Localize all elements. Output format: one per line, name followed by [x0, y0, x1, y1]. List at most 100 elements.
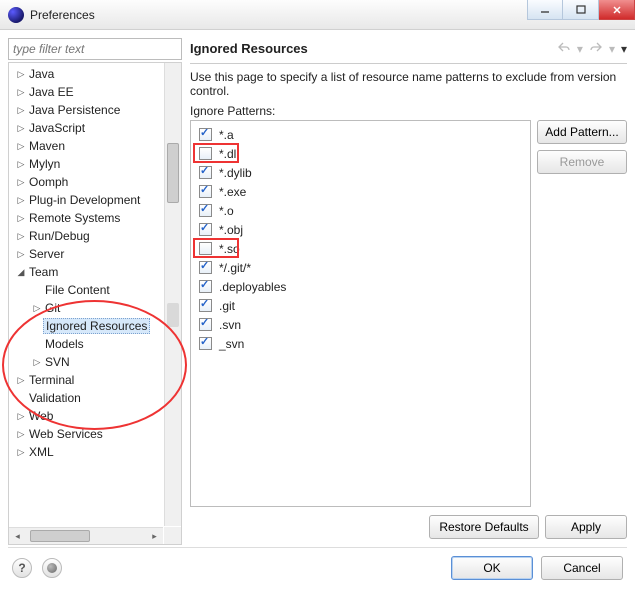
- tree-item[interactable]: ▷Git: [9, 299, 163, 317]
- tree-item[interactable]: File Content: [9, 281, 163, 299]
- scroll-right-icon[interactable]: ▸: [146, 531, 163, 542]
- tree-item-label: Web Services: [27, 427, 105, 441]
- pattern-label: *.dylib: [219, 166, 252, 180]
- pattern-label: .git: [219, 299, 235, 313]
- tree-item[interactable]: ▷XML: [9, 443, 163, 461]
- pattern-checkbox[interactable]: [199, 128, 212, 141]
- tree-item[interactable]: ▷SVN: [9, 353, 163, 371]
- preferences-sidebar: ▷Java▷Java EE▷Java Persistence▷JavaScrip…: [8, 38, 182, 545]
- tree-item-label: File Content: [43, 283, 112, 297]
- scroll-corner: [164, 527, 181, 544]
- expander-icon[interactable]: ▷: [15, 141, 27, 152]
- remove-pattern-button[interactable]: Remove: [537, 150, 627, 174]
- menu-icon[interactable]: ▾: [621, 42, 627, 56]
- scroll-thumb[interactable]: [30, 530, 90, 542]
- expander-icon[interactable]: ▷: [15, 249, 27, 260]
- tree-item[interactable]: Models: [9, 335, 163, 353]
- tree-item[interactable]: ▷Java EE: [9, 83, 163, 101]
- pattern-row[interactable]: .git: [195, 296, 526, 315]
- tree-item-label: Java Persistence: [27, 103, 122, 117]
- pattern-checkbox[interactable]: [199, 185, 212, 198]
- pattern-checkbox[interactable]: [199, 223, 212, 236]
- tree-item[interactable]: ▷Terminal: [9, 371, 163, 389]
- pattern-row[interactable]: .deployables: [195, 277, 526, 296]
- ok-button[interactable]: OK: [451, 556, 533, 580]
- tree-item[interactable]: ▷Mylyn: [9, 155, 163, 173]
- forward-icon[interactable]: [589, 40, 603, 57]
- expander-icon[interactable]: ▷: [31, 303, 43, 314]
- preferences-tree[interactable]: ▷Java▷Java EE▷Java Persistence▷JavaScrip…: [8, 62, 182, 545]
- back-icon[interactable]: [557, 40, 571, 57]
- pattern-checkbox[interactable]: [199, 166, 212, 179]
- tree-item-label: Maven: [27, 139, 67, 153]
- maximize-button[interactable]: [563, 0, 599, 20]
- apply-button[interactable]: Apply: [545, 515, 627, 539]
- pattern-checkbox[interactable]: [199, 147, 212, 160]
- expander-icon[interactable]: ▷: [15, 159, 27, 170]
- close-button[interactable]: [599, 0, 635, 20]
- expander-icon[interactable]: ▷: [15, 87, 27, 98]
- help-icon[interactable]: ?: [12, 558, 32, 578]
- expander-icon[interactable]: ▷: [15, 213, 27, 224]
- tree-item[interactable]: ▷Java: [9, 65, 163, 83]
- add-pattern-button[interactable]: Add Pattern...: [537, 120, 627, 144]
- expander-icon[interactable]: ▷: [15, 429, 27, 440]
- expander-icon[interactable]: ▷: [15, 447, 27, 458]
- expander-icon[interactable]: ◢: [15, 267, 27, 278]
- pattern-row[interactable]: *.exe: [195, 182, 526, 201]
- pattern-checkbox[interactable]: [199, 280, 212, 293]
- patterns-list[interactable]: *.a*.dll *.dylib *.exe*.o*.obj*.so */.git/*…: [190, 120, 531, 507]
- pattern-row[interactable]: *.o: [195, 201, 526, 220]
- pattern-checkbox[interactable]: [199, 318, 212, 331]
- tree-item[interactable]: ◢Team: [9, 263, 163, 281]
- pattern-row[interactable]: *.dylib: [195, 163, 526, 182]
- tree-horizontal-scrollbar[interactable]: ◂ ▸: [9, 527, 163, 544]
- expander-icon[interactable]: ▷: [15, 177, 27, 188]
- tree-item[interactable]: ▷Run/Debug: [9, 227, 163, 245]
- expander-icon[interactable]: ▷: [31, 357, 43, 368]
- pattern-row[interactable]: .svn: [195, 315, 526, 334]
- pattern-row[interactable]: *.a: [195, 125, 526, 144]
- pattern-row[interactable]: *.dll: [195, 144, 526, 163]
- expander-icon[interactable]: ▷: [15, 231, 27, 242]
- tree-item[interactable]: ▷Remote Systems: [9, 209, 163, 227]
- tree-item[interactable]: ▷Java Persistence: [9, 101, 163, 119]
- tree-item[interactable]: ▷JavaScript: [9, 119, 163, 137]
- tree-item[interactable]: ▷Oomph: [9, 173, 163, 191]
- tree-item[interactable]: Validation: [9, 389, 163, 407]
- expander-icon[interactable]: ▷: [15, 69, 27, 80]
- minimize-button[interactable]: [527, 0, 563, 20]
- separator-icon: ▾: [609, 42, 615, 56]
- pattern-checkbox[interactable]: [199, 204, 212, 217]
- pattern-row[interactable]: _svn: [195, 334, 526, 353]
- tree-item[interactable]: Ignored Resources: [9, 317, 163, 335]
- pattern-checkbox[interactable]: [199, 242, 212, 255]
- pattern-row[interactable]: */.git/*: [195, 258, 526, 277]
- pattern-row[interactable]: *.so: [195, 239, 526, 258]
- tree-item[interactable]: ▷Maven: [9, 137, 163, 155]
- restore-defaults-button[interactable]: Restore Defaults: [429, 515, 539, 539]
- expander-icon[interactable]: ▷: [15, 105, 27, 116]
- tree-vertical-scrollbar[interactable]: [164, 63, 181, 526]
- tree-item[interactable]: ▷Web Services: [9, 425, 163, 443]
- tree-item-label: Models: [43, 337, 86, 351]
- expander-icon[interactable]: ▷: [15, 123, 27, 134]
- cancel-button[interactable]: Cancel: [541, 556, 623, 580]
- filter-input[interactable]: [8, 38, 182, 60]
- pattern-checkbox[interactable]: [199, 337, 212, 350]
- scroll-left-icon[interactable]: ◂: [9, 531, 26, 542]
- tree-item[interactable]: ▷Web: [9, 407, 163, 425]
- expander-icon[interactable]: ▷: [15, 375, 27, 386]
- pattern-label: */.git/*: [219, 261, 251, 275]
- title-bar: Preferences: [0, 0, 635, 30]
- pattern-checkbox[interactable]: [199, 299, 212, 312]
- pattern-row[interactable]: *.obj: [195, 220, 526, 239]
- expander-icon[interactable]: ▷: [15, 195, 27, 206]
- expander-icon[interactable]: ▷: [15, 411, 27, 422]
- tree-item[interactable]: ▷Plug-in Development: [9, 191, 163, 209]
- scroll-thumb[interactable]: [167, 143, 179, 203]
- pattern-checkbox[interactable]: [199, 261, 212, 274]
- dialog-footer: ? OK Cancel: [0, 548, 635, 592]
- page-description: Use this page to specify a list of resou…: [190, 70, 627, 98]
- tree-item[interactable]: ▷Server: [9, 245, 163, 263]
